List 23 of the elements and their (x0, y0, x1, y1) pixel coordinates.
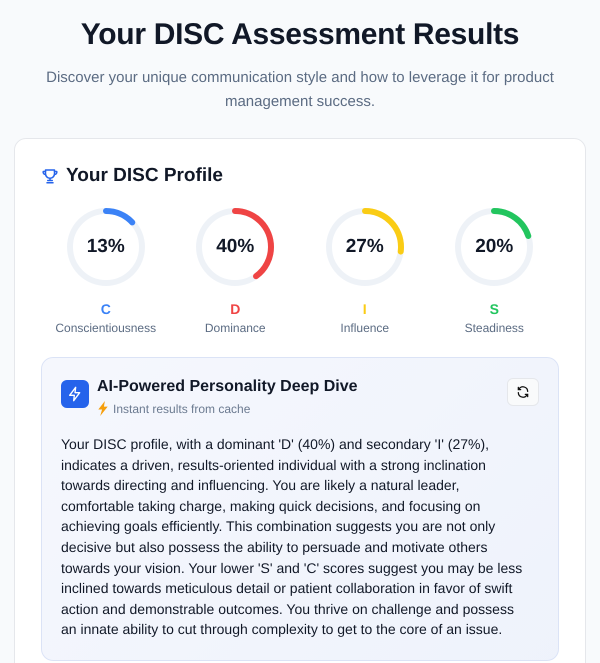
score-letter: I (362, 301, 367, 317)
lightning-icon (97, 401, 109, 416)
score-letter: C (100, 301, 111, 317)
score-name: Dominance (204, 321, 266, 335)
score-letter: D (230, 301, 240, 317)
score-percent: 13% (86, 236, 125, 258)
profile-title: Your DISC Profile (66, 165, 223, 187)
lightning-icon (61, 380, 89, 408)
score-percent: 27% (346, 236, 384, 258)
deep-dive-title: AI-Powered Personality Deep Dive (97, 378, 359, 396)
score-name: Steadiness (464, 321, 524, 335)
page-title: Your DISC Assessment Results (80, 18, 520, 52)
page-subtitle: Discover your unique communication style and how to leverage it for product management success. (45, 68, 555, 112)
trophy-icon (41, 167, 59, 185)
score-percent: 20% (475, 236, 514, 258)
refresh-icon (516, 385, 530, 399)
personality-description: Your DISC profile, with a dominant 'D' (40%) and secondary 'I' (27%), indicates a driven, results-oriented individual with a strong inclination towards directing and influencing. You are likely a natural leader, comfortable taking charge, making quick decisions, and focusing on achieving goals efficiently. This combination suggests you are not only decisive but also possess the ability to persuade and motivate others towards your vision. Your lower 'S' and 'C' scores suggest you may be less inclined towards meticulous detail or patient collaboration in favor of swift action and demonstrable outcomes. You thrive on challenge and possess an innate ability to cut through complexity to get to the core of an issue. (61, 435, 524, 640)
score-name: Influence (340, 321, 390, 335)
score-letter: S (490, 301, 499, 317)
cache-status: Instant results from cache (113, 402, 250, 416)
score-percent: 40% (216, 236, 254, 258)
score-name: Conscientiousness (55, 321, 156, 335)
refresh-button[interactable] (507, 378, 539, 406)
